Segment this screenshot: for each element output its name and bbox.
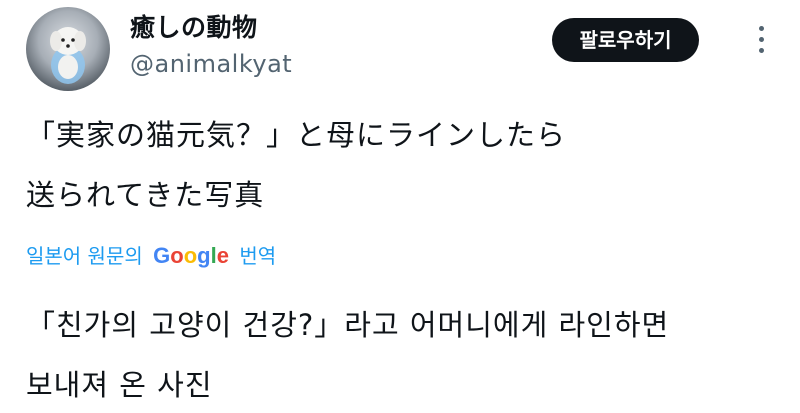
translation-suffix: 번역 — [239, 244, 277, 268]
follow-button[interactable]: 팔로우하기 — [552, 18, 699, 62]
tweet-text-line: 「実家の猫元気？」と母にラインしたら — [26, 118, 567, 152]
translation-notice[interactable]: 일본어 원문의 Google 번역 — [26, 240, 276, 269]
translated-text-line: 「친가의 고양이 건강?」라고 어머니에게 라인하면 — [26, 308, 670, 342]
more-vertical-icon[interactable] — [754, 22, 770, 58]
display-name[interactable]: 癒しの動物 — [130, 8, 258, 44]
tweet-card: 癒しの動物 @animalkyat 팔로우하기 「実家の猫元気？」と母にラインし… — [0, 0, 800, 413]
google-logo: Google — [153, 243, 229, 268]
translation-prefix: 일본어 원문의 — [26, 244, 143, 268]
dog-avatar-image — [50, 27, 86, 84]
user-handle[interactable]: @animalkyat — [130, 50, 292, 78]
translated-text-line: 보내져 온 사진 — [26, 368, 213, 402]
tweet-text-line: 送られてきた写真 — [26, 178, 265, 212]
avatar[interactable] — [26, 7, 110, 91]
